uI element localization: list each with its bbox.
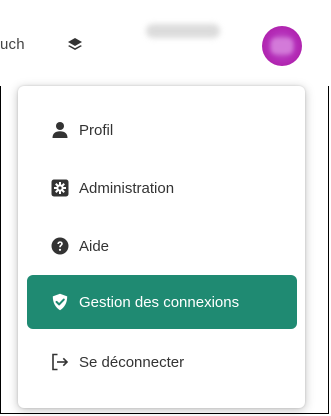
gear-icon <box>51 179 69 197</box>
menu-item-label: Profil <box>79 121 114 139</box>
shield-check-icon <box>51 293 69 311</box>
layers-icon[interactable] <box>66 36 84 54</box>
menu-item-administration[interactable]: Administration <box>27 161 297 215</box>
menu-item-aide[interactable]: Aide <box>27 219 297 273</box>
menu-item-label: Aide <box>79 237 110 255</box>
help-icon <box>51 237 69 255</box>
top-bar: uch <box>0 0 331 86</box>
menu-item-label: Se déconnecter <box>79 353 185 371</box>
user-icon <box>51 121 69 139</box>
menu-item-profil[interactable]: Profil <box>27 103 297 157</box>
avatar[interactable] <box>262 26 302 66</box>
user-dropdown-menu: Profil Administration Aide Gestion des c… <box>18 86 305 408</box>
user-name-blurred <box>146 24 220 38</box>
menu-item-label: Administration <box>79 179 175 197</box>
menu-item-label: Gestion des connexions <box>79 293 240 311</box>
menu-item-gestion-des-connexions[interactable]: Gestion des connexions <box>27 275 297 329</box>
menu-item-se-deconnecter[interactable]: Se déconnecter <box>27 335 297 389</box>
logout-icon <box>51 353 69 371</box>
top-bar-partial-label: uch <box>0 36 25 53</box>
